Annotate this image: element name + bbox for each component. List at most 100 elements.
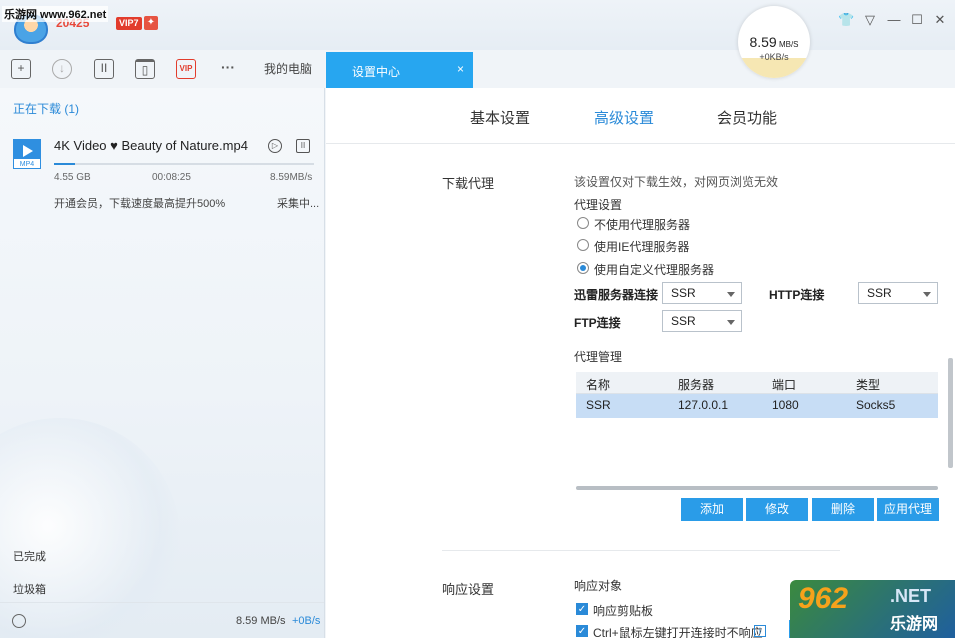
thunder-connection-select[interactable]: SSR — [662, 282, 742, 304]
http-connection-select[interactable]: SSR — [858, 282, 938, 304]
download-status: 采集中... — [277, 198, 320, 210]
download-item[interactable]: MP4 4K Video ♥ Beauty of Nature.mp4 ▷ II… — [0, 128, 324, 211]
toolbar: + ↓ II ▯ VIP ··· 我的电脑 — [0, 50, 325, 88]
table-row[interactable]: SSR 127.0.0.1 1080 Socks5 — [576, 394, 938, 418]
pause-item-icon[interactable]: II — [296, 139, 310, 153]
downloading-header[interactable]: 正在下载 (1) — [13, 100, 79, 117]
add-icon[interactable]: + — [11, 59, 31, 79]
select-value: SSR — [671, 286, 696, 300]
vip-icon[interactable]: VIP — [176, 59, 196, 79]
play-icon[interactable]: ▷ — [268, 139, 282, 153]
tab-bar: 设置中心 × — [326, 50, 955, 88]
maximize-icon[interactable]: ☐ — [909, 12, 925, 28]
column-header[interactable]: 名称 — [586, 376, 610, 393]
my-computer-tab[interactable]: 我的电脑 — [264, 60, 312, 77]
proxy-table: 名称 服务器 端口 类型 SSR 127.0.0.1 1080 Socks5 — [576, 372, 938, 420]
apply-proxy-button[interactable]: 应用代理 — [877, 498, 939, 521]
tab-member-features[interactable]: 会员功能 — [717, 107, 777, 128]
status-download-speed: 8.59 MB/s — [236, 615, 286, 627]
vip-level-badge[interactable]: VIP7 — [116, 17, 142, 30]
alarm-icon[interactable] — [12, 614, 26, 628]
section-title-response: 响应设置 — [442, 582, 495, 597]
dropdown-arrow-icon — [923, 292, 931, 297]
thunder-connection-label: 迅雷服务器连接 — [574, 288, 659, 302]
site-watermark-logo: 962 .NET 乐游网 — [790, 580, 955, 638]
proxy-manager-label: 代理管理 — [574, 350, 623, 364]
table-cell: 127.0.0.1 — [678, 398, 729, 412]
ftp-connection-select[interactable]: SSR — [662, 310, 742, 332]
select-value: SSR — [671, 314, 696, 328]
file-name: 4K Video ♥ Beauty of Nature.mp4 — [54, 138, 248, 153]
tab-settings-center[interactable]: 设置中心 × — [326, 52, 473, 88]
table-scrollbar[interactable] — [576, 486, 938, 490]
watermark: 乐游网 www.962.net — [2, 6, 109, 22]
select-value: SSR — [867, 286, 892, 300]
radio-button[interactable] — [577, 262, 589, 274]
add-proxy-button[interactable]: 添加 — [681, 498, 743, 521]
column-header[interactable]: 类型 — [856, 376, 880, 393]
checkbox[interactable]: ✓ — [576, 625, 588, 637]
vertical-scrollbar[interactable] — [948, 358, 953, 468]
radio-label: 使用自定义代理服务器 — [594, 263, 715, 277]
logo-net: .NET — [890, 586, 932, 606]
checkbox-label: 响应剪贴板 — [593, 604, 654, 618]
proxy-settings-label: 代理设置 — [574, 198, 623, 212]
speed-indicator[interactable]: 8.59 MB/S +0KB/s — [738, 6, 810, 78]
radio-label: 使用IE代理服务器 — [594, 240, 690, 254]
delete-proxy-button[interactable]: 删除 — [812, 498, 874, 521]
menu-icon[interactable]: ▽ — [862, 12, 878, 28]
tab-basic-settings[interactable]: 基本设置 — [470, 107, 530, 128]
close-icon[interactable]: ✕ — [932, 12, 948, 28]
minimize-icon[interactable]: — — [886, 12, 902, 28]
table-cell: 1080 — [772, 398, 799, 412]
radio-button[interactable] — [577, 239, 589, 251]
edit-proxy-button[interactable]: 修改 — [746, 498, 808, 521]
logo-number: 962 — [798, 582, 849, 615]
table-cell: SSR — [586, 398, 611, 412]
dropdown-arrow-icon — [727, 320, 735, 325]
info-icon[interactable]: i — [754, 625, 766, 637]
checkbox-label: Ctrl+鼠标左键打开连接时不响应 — [593, 626, 763, 638]
tab-label: 设置中心 — [352, 65, 401, 79]
download-icon[interactable]: ↓ — [52, 59, 72, 79]
title-bar: 20425 VIP7 ✦ 👕 ▽ — ☐ ✕ — [0, 0, 955, 50]
radio-button[interactable] — [577, 217, 589, 229]
status-upload-speed: +0B/s — [292, 615, 321, 627]
ftp-connection-label: FTP连接 — [574, 316, 621, 330]
section-divider — [442, 550, 840, 551]
radio-label: 不使用代理服务器 — [594, 218, 691, 232]
close-tab-icon[interactable]: × — [457, 62, 464, 76]
file-size: 4.55 GB — [54, 172, 91, 183]
sidebar-item-trash[interactable]: 垃圾箱 — [13, 581, 46, 597]
logo-cn: 乐游网 — [890, 616, 939, 633]
column-header[interactable]: 服务器 — [678, 376, 714, 393]
progress-fill — [54, 163, 75, 165]
settings-panel: 基本设置 高级设置 会员功能 下载代理 该设置仅对下载生效，对网页浏览无效 代理… — [326, 88, 955, 638]
pause-icon[interactable]: II — [94, 59, 114, 79]
speed-value: 8.59 MB/S — [749, 34, 799, 50]
table-header: 名称 服务器 端口 类型 — [576, 372, 938, 394]
tab-advanced-settings[interactable]: 高级设置 — [594, 107, 654, 128]
status-bar: 8.59 MB/s +0B/s — [0, 602, 324, 638]
dropdown-arrow-icon — [727, 292, 735, 297]
time-remaining: 00:08:25 — [152, 172, 191, 183]
response-target-label: 响应对象 — [574, 579, 623, 593]
file-ext-label: MP4 — [13, 158, 41, 169]
table-cell: Socks5 — [856, 398, 896, 412]
trash-icon[interactable]: ▯ — [135, 59, 155, 79]
progress-bar — [54, 163, 314, 165]
sidebar-item-completed[interactable]: 已完成 — [13, 548, 46, 564]
http-connection-label: HTTP连接 — [769, 288, 825, 302]
gift-icon[interactable]: ✦ — [144, 16, 158, 30]
section-title-proxy: 下载代理 — [442, 176, 495, 191]
download-list-panel: 正在下载 (1) MP4 4K Video ♥ Beauty of Nature… — [0, 88, 325, 638]
more-icon[interactable]: ··· — [218, 59, 238, 79]
download-speed: 8.59MB/s — [270, 172, 313, 183]
proxy-note: 该设置仅对下载生效，对网页浏览无效 — [574, 175, 779, 189]
vip-promo-link[interactable]: 开通会员，下载速度最高提升500% — [54, 195, 225, 211]
settings-tabs: 基本设置 高级设置 会员功能 — [326, 88, 955, 144]
skin-icon[interactable]: 👕 — [838, 12, 854, 28]
column-header[interactable]: 端口 — [772, 376, 796, 393]
upload-speed: +0KB/s — [759, 52, 789, 62]
checkbox[interactable]: ✓ — [576, 603, 588, 615]
